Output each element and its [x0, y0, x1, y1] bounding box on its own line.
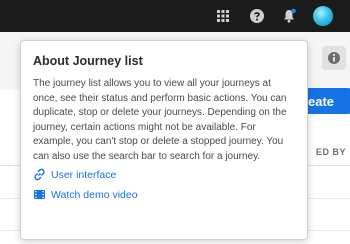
user-interface-link[interactable]: User interface — [33, 168, 116, 181]
top-navigation-bar — [0, 0, 350, 32]
info-icon — [328, 52, 340, 64]
info-button[interactable] — [322, 46, 346, 70]
watch-demo-video-link[interactable]: Watch demo video — [33, 188, 138, 201]
apps-grid-icon[interactable] — [215, 8, 231, 24]
link-label: Watch demo video — [51, 188, 138, 201]
about-journey-list-popover: About Journey list The journey list allo… — [20, 40, 308, 240]
create-button-label: eate — [308, 93, 335, 109]
notification-bell-icon[interactable] — [281, 8, 297, 24]
user-avatar[interactable] — [313, 6, 333, 26]
link-icon — [34, 168, 45, 181]
link-label: User interface — [51, 168, 117, 181]
video-icon — [34, 190, 45, 199]
help-icon[interactable] — [249, 8, 265, 24]
popover-description: The journey list allows you to view all … — [33, 78, 287, 162]
popover-title: About Journey list — [33, 54, 143, 68]
column-header-label[interactable]: ED BY — [316, 147, 346, 157]
